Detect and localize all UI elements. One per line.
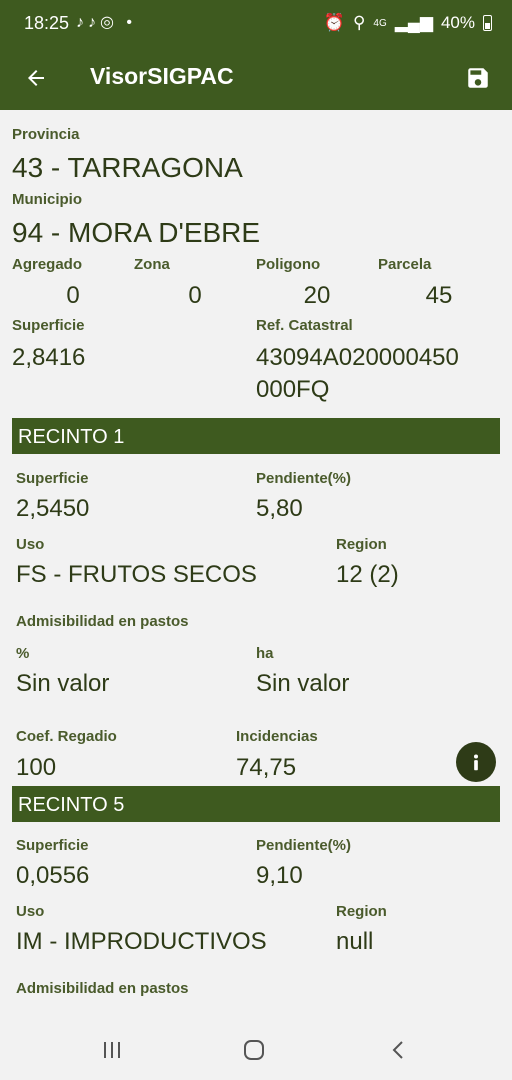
save-icon — [468, 68, 488, 88]
home-button[interactable] — [234, 1036, 274, 1064]
parcel-details: Provincia 43 - TARRAGONA Municipio 94 - … — [0, 110, 512, 1020]
recinto-1-pct-label: % — [16, 645, 30, 662]
signal-icon: ▂▄▆ — [394, 13, 433, 32]
recinto-5-region-label: Region — [336, 903, 387, 920]
ref-catastral-line1: 43094A020000450 — [256, 344, 459, 371]
location-icon: ⚲ — [352, 13, 366, 32]
recinto-1-coef-label: Coef. Regadio — [16, 728, 117, 745]
recinto-1-region-value: 12 (2) — [336, 561, 399, 588]
status-right: ⏰ ⚲ 4G ▂▄▆ 40% — [324, 13, 492, 33]
parcela-value: 45 — [425, 282, 453, 309]
ref-catastral-line2: 000FQ — [256, 376, 330, 403]
superficie-label: Superficie — [12, 317, 85, 334]
chevron-left-icon — [392, 1041, 403, 1059]
recinto-5-pendiente-label: Pendiente(%) — [256, 837, 352, 854]
system-back-button[interactable] — [378, 1036, 418, 1064]
recinto-1-superficie-value: 2,5450 — [16, 495, 90, 522]
recinto-1-header: RECINTO 1 — [12, 418, 500, 454]
recinto-1-uso-label: Uso — [16, 536, 45, 553]
status-time: 18:25 — [24, 13, 70, 33]
battery-icon — [483, 15, 492, 31]
recinto-1-superficie-label: Superficie — [16, 470, 89, 487]
ref-catastral-label: Ref. Catastral — [256, 317, 353, 334]
agregado-label: Agregado — [12, 256, 83, 273]
info-icon — [473, 754, 479, 771]
recinto-5-header: RECINTO 5 — [12, 786, 500, 822]
arrow-left-icon — [28, 70, 44, 86]
app-title: VisorSIGPAC — [90, 63, 234, 89]
zona-value: 0 — [188, 282, 202, 309]
system-nav-bar — [0, 1020, 512, 1080]
recinto-5-admisibilidad-label: Admisibilidad en pastos — [16, 980, 189, 997]
recinto-1-incidencias-label: Incidencias — [236, 728, 318, 745]
recinto-1-ha-label: ha — [256, 645, 274, 662]
superficie-value: 2,8416 — [12, 344, 86, 371]
recinto-1-region-label: Region — [336, 536, 387, 553]
network-label: 4G — [373, 17, 387, 29]
recinto-1-coef-value: 100 — [16, 754, 57, 781]
poligono-value: 20 — [303, 282, 331, 309]
recinto-1-pendiente-label: Pendiente(%) — [256, 470, 352, 487]
recinto-1-ha-value: Sin valor — [256, 670, 350, 697]
recinto-1-pct-value: Sin valor — [16, 670, 110, 697]
municipio-value: 94 - MORA D'EBRE — [12, 217, 261, 248]
recinto-5-uso-value: IM - IMPRODUCTIVOS — [16, 928, 267, 955]
battery-text: 40% — [440, 13, 475, 32]
save-button[interactable] — [462, 62, 494, 94]
provincia-label: Provincia — [12, 126, 80, 143]
recinto-5-region-value: null — [336, 928, 374, 955]
recinto-5-superficie-value: 0,0556 — [16, 862, 90, 889]
zona-label: Zona — [134, 256, 170, 273]
recinto-1-uso-value: FS - FRUTOS SECOS — [16, 561, 257, 588]
back-button[interactable] — [20, 62, 52, 94]
alarm-icon: ⏰ — [323, 13, 345, 32]
poligono-label: Poligono — [256, 256, 321, 273]
provincia-value: 43 - TARRAGONA — [12, 152, 243, 183]
recinto-1-admisibilidad-label: Admisibilidad en pastos — [16, 613, 189, 630]
notification-icons: ♪♪◎ • — [76, 14, 137, 31]
parcela-label: Parcela — [378, 256, 432, 273]
recinto-1-pendiente-value: 5,80 — [256, 495, 303, 522]
municipio-label: Municipio — [12, 191, 82, 208]
status-bar: 18:25 ♪♪◎ • ⏰ ⚲ 4G ▂▄▆ 40% — [0, 0, 512, 48]
recent-apps-button[interactable] — [92, 1036, 132, 1064]
incidencias-info-button[interactable] — [456, 742, 496, 782]
home-icon — [244, 1040, 264, 1060]
agregado-value: 0 — [66, 282, 80, 309]
recinto-1-incidencias-value: 74,75 — [236, 754, 297, 781]
recinto-5-pendiente-value: 9,10 — [256, 862, 303, 889]
recinto-5-superficie-label: Superficie — [16, 837, 89, 854]
recent-apps-icon — [104, 1042, 120, 1058]
app-bar: VisorSIGPAC — [0, 48, 512, 110]
recinto-5-uso-label: Uso — [16, 903, 45, 920]
